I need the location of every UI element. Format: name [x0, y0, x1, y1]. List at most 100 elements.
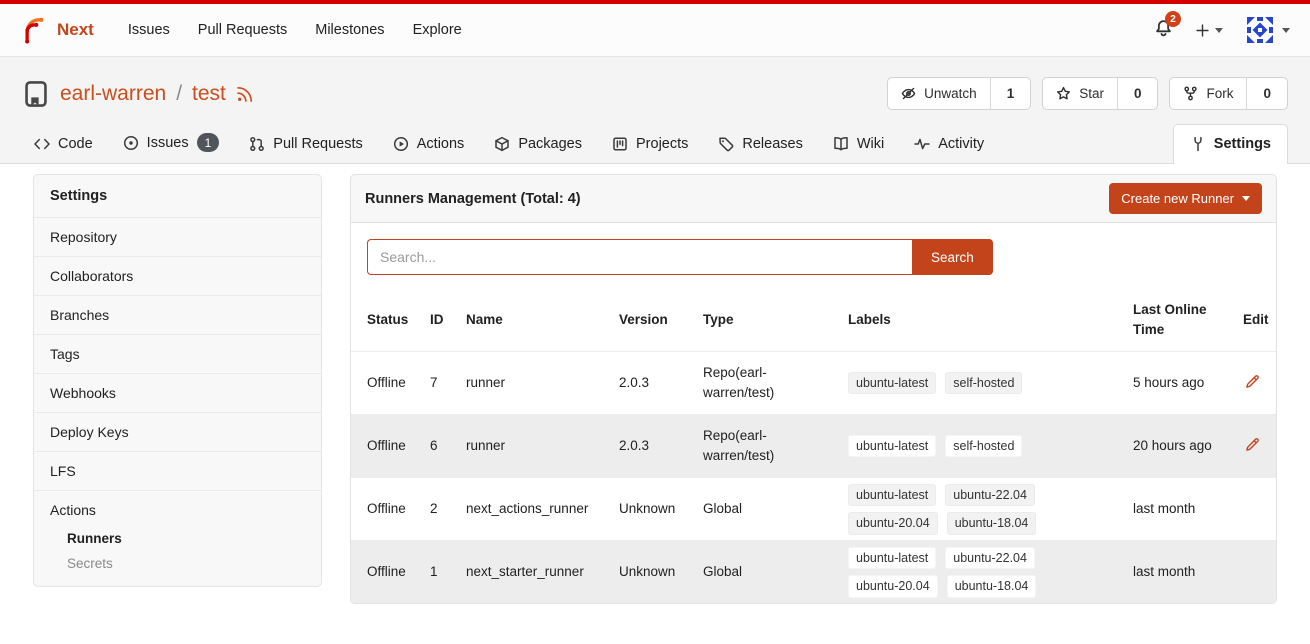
repo-header-section: earl-warren / test Unwatch 1 Star 0 Fork…: [0, 57, 1310, 164]
nav-item-milestones[interactable]: Milestones: [301, 13, 398, 47]
table-header-row: Status ID Name Version Type Labels Last …: [351, 289, 1276, 351]
search-button[interactable]: Search: [912, 239, 993, 275]
panel-header: Runners Management (Total: 4) Create new…: [351, 175, 1276, 223]
search-input[interactable]: [367, 239, 912, 275]
edit-runner-button[interactable]: [1243, 372, 1262, 394]
table-row: Offline 6 runner 2.0.3 Repo(earl-warren/…: [351, 414, 1276, 477]
tab-packages[interactable]: Packages: [482, 125, 594, 163]
tab-code[interactable]: Code: [22, 125, 105, 163]
caret-down-icon: [1215, 28, 1223, 33]
tab-actions[interactable]: Actions: [381, 125, 477, 163]
nav-item-issues[interactable]: Issues: [114, 13, 184, 47]
tab-activity[interactable]: Activity: [902, 125, 996, 163]
sidebar-actions-group: Actions Runners Secrets: [34, 490, 321, 586]
home-link[interactable]: Next: [20, 16, 94, 44]
runner-status: Offline: [367, 373, 430, 393]
column-header-type: Type: [703, 310, 848, 330]
runner-version: 2.0.3: [619, 373, 703, 393]
notification-count-badge: 2: [1165, 11, 1181, 27]
label-badge: ubuntu-22.04: [945, 547, 1035, 570]
runner-name: runner: [466, 436, 619, 456]
runner-version: 2.0.3: [619, 436, 703, 456]
fork-count[interactable]: 0: [1246, 78, 1287, 109]
runner-labels: ubuntu-latest ubuntu-22.04 ubuntu-20.04 …: [848, 484, 1060, 535]
tag-icon: [718, 136, 734, 152]
runner-status: Offline: [367, 499, 430, 519]
sidebar-item-collaborators[interactable]: Collaborators: [34, 256, 321, 295]
table-row: Offline 7 runner 2.0.3 Repo(earl-warren/…: [351, 351, 1276, 414]
tab-releases[interactable]: Releases: [706, 125, 814, 163]
watch-count[interactable]: 1: [990, 78, 1031, 109]
project-icon: [612, 136, 628, 152]
tab-projects[interactable]: Projects: [600, 125, 700, 163]
label-badge: self-hosted: [945, 372, 1022, 395]
repo-name-link[interactable]: test: [192, 82, 226, 106]
star-button[interactable]: Star 0: [1042, 77, 1158, 110]
tab-settings[interactable]: Settings: [1173, 124, 1288, 164]
runner-version: Unknown: [619, 562, 703, 582]
nav-item-pull-requests[interactable]: Pull Requests: [184, 13, 301, 47]
unwatch-button[interactable]: Unwatch 1: [887, 77, 1031, 110]
rss-feed-icon[interactable]: [236, 85, 254, 103]
table-row: Offline 2 next_actions_runner Unknown Gl…: [351, 477, 1276, 540]
nav-item-explore[interactable]: Explore: [399, 13, 476, 47]
column-header-labels: Labels: [848, 310, 1133, 330]
label-badge: ubuntu-latest: [848, 547, 936, 570]
fork-label: Fork: [1206, 86, 1233, 101]
sidebar-item-tags[interactable]: Tags: [34, 334, 321, 373]
label-badge: ubuntu-latest: [848, 372, 936, 395]
sidebar-item-deploy-keys[interactable]: Deploy Keys: [34, 412, 321, 451]
repo-tabs: Code Issues1 Pull Requests Actions Packa…: [22, 122, 1288, 163]
runner-last-online: 5 hours ago: [1133, 373, 1243, 393]
sidebar-item-webhooks[interactable]: Webhooks: [34, 373, 321, 412]
runner-labels: ubuntu-latest self-hosted: [848, 435, 1060, 458]
runner-id: 6: [430, 436, 466, 456]
sidebar-item-lfs[interactable]: LFS: [34, 451, 321, 490]
runner-type: Repo(earl-warren/test): [703, 426, 848, 465]
star-count[interactable]: 0: [1117, 78, 1158, 109]
user-menu-button[interactable]: [1245, 15, 1290, 45]
edit-runner-button[interactable]: [1243, 435, 1262, 457]
runner-status: Offline: [367, 562, 430, 582]
forgejo-logo-icon: [20, 16, 48, 44]
fork-button[interactable]: Fork 0: [1169, 77, 1288, 110]
label-badge: ubuntu-20.04: [848, 575, 938, 598]
unwatch-label: Unwatch: [924, 86, 977, 101]
runner-version: Unknown: [619, 499, 703, 519]
label-badge: ubuntu-latest: [848, 435, 936, 458]
star-label: Star: [1079, 86, 1104, 101]
runner-name: runner: [466, 373, 619, 393]
sidebar-item-branches[interactable]: Branches: [34, 295, 321, 334]
tab-pull-requests[interactable]: Pull Requests: [237, 125, 374, 163]
runner-type: Global: [703, 499, 848, 519]
runners-panel: Runners Management (Total: 4) Create new…: [350, 174, 1277, 604]
create-new-runner-button[interactable]: Create new Runner: [1109, 183, 1262, 214]
navbar-right: 2: [1154, 15, 1290, 45]
label-badge: ubuntu-18.04: [947, 512, 1037, 535]
repository-icon: [22, 80, 50, 108]
tab-issues[interactable]: Issues1: [111, 122, 232, 163]
brand-label: Next: [57, 20, 94, 40]
pulse-icon: [914, 136, 930, 152]
runner-last-online: last month: [1133, 499, 1243, 519]
eye-slash-icon: [901, 86, 916, 101]
code-icon: [34, 136, 50, 152]
pencil-icon: [1245, 437, 1260, 452]
create-menu-button[interactable]: [1195, 23, 1223, 38]
runner-status: Offline: [367, 436, 430, 456]
pencil-icon: [1245, 374, 1260, 389]
tab-wiki[interactable]: Wiki: [821, 125, 896, 163]
sidebar-item-actions[interactable]: Actions: [34, 491, 321, 526]
runner-name: next_starter_runner: [466, 562, 619, 582]
runner-labels: ubuntu-latest ubuntu-22.04 ubuntu-20.04 …: [848, 547, 1060, 598]
notifications-button[interactable]: 2: [1154, 18, 1173, 42]
issues-count-badge: 1: [197, 133, 220, 152]
repo-owner-link[interactable]: earl-warren: [60, 82, 166, 106]
star-icon: [1056, 86, 1071, 101]
sidebar-item-runners[interactable]: Runners: [34, 526, 321, 551]
sidebar-item-secrets[interactable]: Secrets: [34, 551, 321, 576]
sidebar-item-repository[interactable]: Repository: [34, 217, 321, 256]
sidebar-header: Settings: [34, 175, 321, 217]
tools-icon: [1190, 136, 1206, 152]
package-icon: [494, 136, 510, 152]
